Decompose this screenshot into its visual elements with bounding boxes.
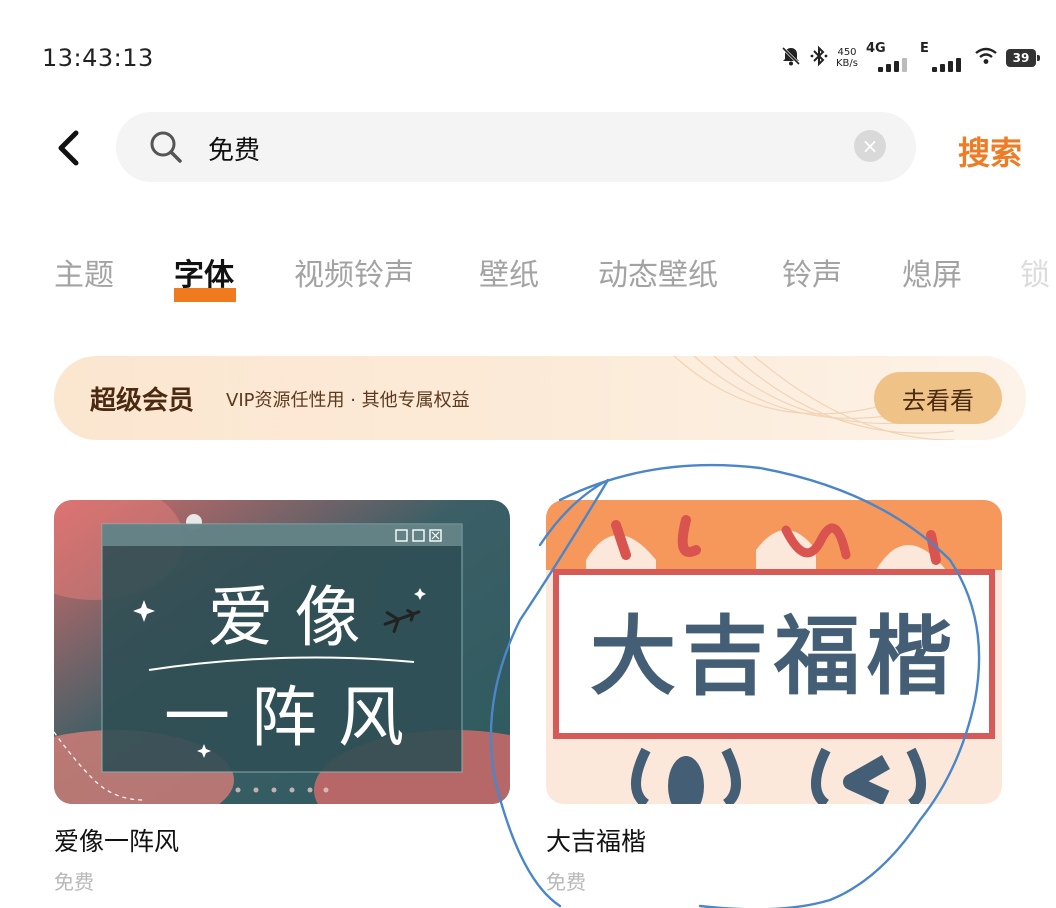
font-art-line1: 爱 像 <box>208 579 361 656</box>
font-preview-image[interactable]: 大吉福楷 <box>546 500 1002 804</box>
tab-live-wallpaper[interactable]: 动态壁纸 <box>598 250 718 294</box>
search-button[interactable]: 搜索 <box>958 128 1022 174</box>
vip-go-button[interactable]: 去看看 <box>874 372 1002 424</box>
font-card[interactable]: 大吉福楷 大吉福楷 免费 <box>546 500 1002 895</box>
vip-title: 超级会员 <box>90 386 195 416</box>
search-input[interactable]: 免费 <box>208 130 260 167</box>
search-box[interactable]: 免费 × <box>116 112 916 182</box>
font-art-text: 大吉福楷 <box>590 607 958 707</box>
clear-icon[interactable]: × <box>854 130 886 162</box>
font-price: 免费 <box>546 870 586 894</box>
net-speed: 450 KB/s <box>836 47 858 69</box>
tab-wallpaper[interactable]: 壁纸 <box>479 250 539 294</box>
tab-lockscreen[interactable]: 锁 <box>1020 250 1050 294</box>
signal-icon: 4G <box>866 41 912 75</box>
tab-video-ringtone[interactable]: 视频铃声 <box>294 250 414 294</box>
status-time: 13:43:13 <box>42 44 154 72</box>
tab-ringtone[interactable]: 铃声 <box>782 250 842 294</box>
net-speed-value: 450 <box>837 47 857 58</box>
category-tabs: 主题 字体 视频铃声 壁纸 动态壁纸 铃声 熄屏 锁 <box>0 250 1056 310</box>
font-art-line2: 一 阵 风 <box>164 679 404 756</box>
status-bar: 13:43:13 450 KB/s 4G E 39 <box>0 0 1056 110</box>
vip-description: VIP资源任性用 · 其他专属权益 <box>226 390 470 411</box>
tab-theme[interactable]: 主题 <box>54 250 114 294</box>
active-tab-indicator <box>174 288 236 302</box>
mute-icon <box>780 45 802 71</box>
tab-aod[interactable]: 熄屏 <box>902 250 962 294</box>
back-chevron-icon <box>58 130 79 166</box>
signal-icon-2: E <box>920 41 966 75</box>
status-icons: 450 KB/s 4G E 39 <box>780 40 1040 76</box>
net-speed-unit: KB/s <box>836 58 858 69</box>
font-name: 大吉福楷 <box>546 827 647 856</box>
wifi-icon <box>974 46 998 70</box>
vip-banner[interactable]: 超级会员 VIP资源任性用 · 其他专属权益 去看看 <box>54 356 1026 440</box>
font-preview-image[interactable]: 爱 像 一 阵 风 <box>54 500 510 804</box>
search-icon <box>148 129 184 169</box>
font-name: 爱像一阵风 <box>54 827 180 856</box>
back-button[interactable] <box>48 128 88 168</box>
font-card[interactable]: 爱 像 一 阵 风 爱像一阵风 免费 <box>54 500 510 895</box>
net-type-1: 4G <box>866 41 886 56</box>
font-price: 免费 <box>54 870 94 894</box>
battery-icon: 39 <box>1006 49 1040 67</box>
bluetooth-icon <box>810 45 828 71</box>
net-type-2: E <box>920 41 929 56</box>
